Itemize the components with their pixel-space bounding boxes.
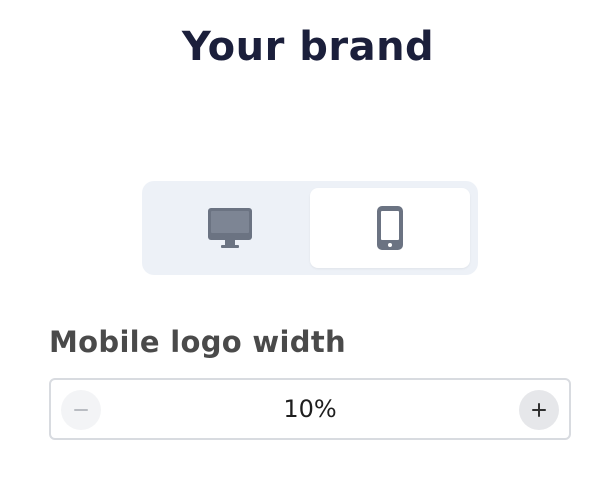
desktop-view-button[interactable] — [150, 188, 310, 268]
plus-icon — [532, 403, 546, 417]
device-toggle — [142, 181, 478, 275]
mobile-view-button[interactable] — [310, 188, 470, 268]
brand-settings-panel: Your brand Mobile logo width 10% — [0, 0, 616, 502]
mobile-logo-width-label: Mobile logo width — [49, 325, 346, 359]
increment-button[interactable] — [519, 390, 559, 430]
page-title: Your brand — [181, 24, 435, 70]
logo-width-stepper: 10% — [49, 378, 571, 440]
desktop-monitor-icon — [208, 208, 252, 248]
logo-width-value[interactable]: 10% — [51, 380, 569, 438]
mobile-phone-icon — [377, 206, 403, 250]
